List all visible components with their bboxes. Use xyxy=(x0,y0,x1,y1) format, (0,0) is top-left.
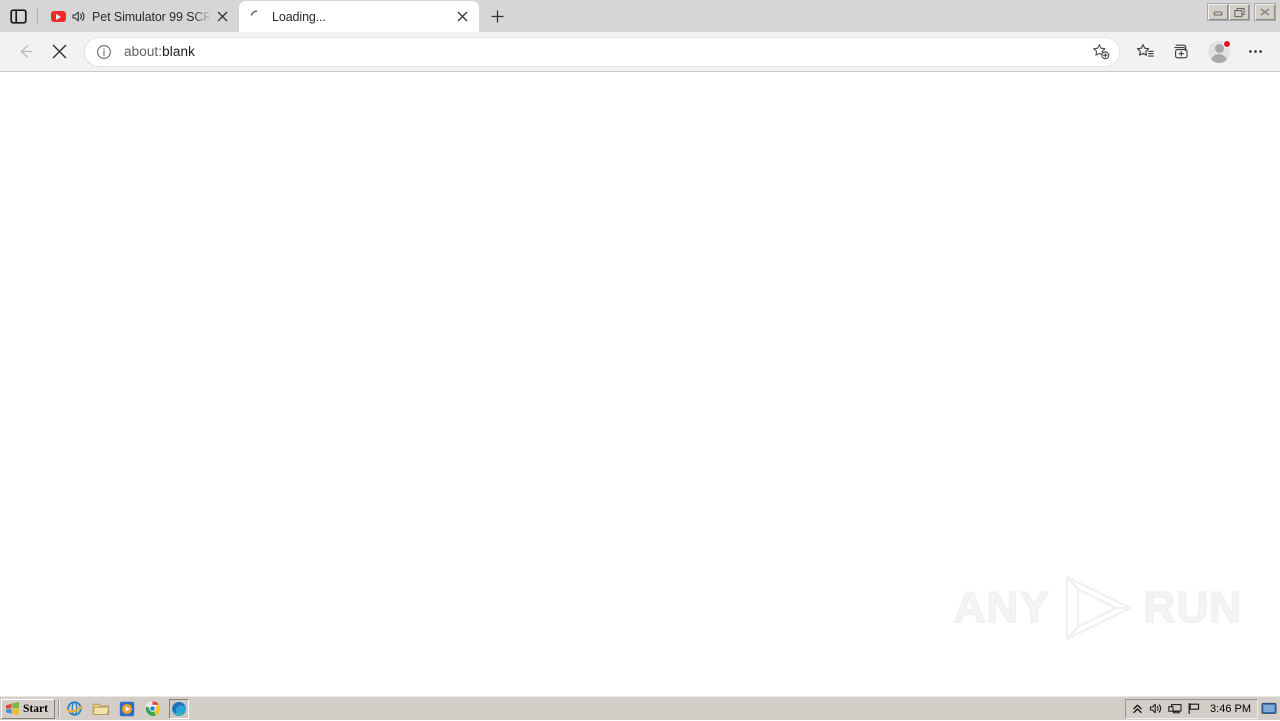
settings-and-more-icon[interactable] xyxy=(1238,35,1272,69)
anyrun-watermark: ANY RUN xyxy=(954,572,1242,644)
tab-actions-icon[interactable] xyxy=(0,0,36,32)
google-chrome-icon[interactable] xyxy=(143,699,163,719)
quick-launch-separator xyxy=(58,700,60,718)
youtube-icon xyxy=(50,9,66,25)
favorites-icon[interactable] xyxy=(1128,35,1162,69)
stop-loading-button[interactable] xyxy=(42,35,76,69)
tab-close-icon[interactable] xyxy=(211,6,233,28)
display-icon[interactable] xyxy=(1260,701,1278,717)
page-content-area: ANY RUN xyxy=(0,72,1280,696)
browser-tab-2[interactable]: Loading... xyxy=(239,1,479,32)
tab-title: Pet Simulator 99 SCRIPT | D xyxy=(92,10,211,24)
clock[interactable]: 3:46 PM xyxy=(1210,703,1251,715)
internet-explorer-icon[interactable] xyxy=(65,699,85,719)
window-controls xyxy=(1208,3,1276,21)
browser-toolbar: about:blank xyxy=(0,32,1280,72)
anyrun-logo-icon xyxy=(1054,572,1140,644)
show-hidden-icons-icon[interactable] xyxy=(1130,702,1144,716)
speaker-playing-icon[interactable] xyxy=(71,9,87,25)
tab-strip: Pet Simulator 99 SCRIPT | D Loading... xyxy=(0,0,1280,32)
minimize-button[interactable] xyxy=(1207,3,1229,21)
collections-icon[interactable] xyxy=(1164,35,1198,69)
address-bar[interactable]: about:blank xyxy=(84,37,1120,67)
tab-title: Loading... xyxy=(272,10,451,24)
url-path: blank xyxy=(162,44,195,59)
quick-launch-bar xyxy=(63,699,189,719)
back-button[interactable] xyxy=(8,35,42,69)
profile-button[interactable] xyxy=(1202,35,1236,69)
start-button-label: Start xyxy=(23,703,48,715)
tabstrip-divider xyxy=(37,7,38,25)
browser-tab-1[interactable]: Pet Simulator 99 SCRIPT | D xyxy=(40,1,239,32)
watermark-text-run: RUN xyxy=(1144,583,1242,633)
volume-icon[interactable] xyxy=(1149,702,1163,716)
network-icon[interactable] xyxy=(1168,702,1182,716)
loading-spinner-icon xyxy=(249,10,263,24)
media-player-icon[interactable] xyxy=(117,699,137,719)
security-flag-icon[interactable] xyxy=(1187,702,1201,716)
watermark-text-any: ANY xyxy=(954,583,1050,633)
taskbar: Start xyxy=(0,696,1280,720)
address-bar-text[interactable]: about:blank xyxy=(117,44,1087,59)
windows-flag-icon xyxy=(5,702,20,716)
start-button[interactable]: Start xyxy=(1,699,55,719)
url-scheme: about: xyxy=(124,44,162,59)
add-favorite-icon[interactable] xyxy=(1087,38,1115,66)
notification-dot xyxy=(1223,40,1231,48)
browser-window: Pet Simulator 99 SCRIPT | D Loading... xyxy=(0,0,1280,696)
close-button[interactable] xyxy=(1254,3,1276,21)
restore-button[interactable] xyxy=(1228,3,1250,21)
site-info-icon[interactable] xyxy=(91,39,117,65)
tab-close-icon[interactable] xyxy=(451,6,473,28)
system-tray: 3:46 PM xyxy=(1125,699,1258,719)
file-explorer-icon[interactable] xyxy=(91,699,111,719)
microsoft-edge-icon[interactable] xyxy=(169,699,189,719)
new-tab-button[interactable] xyxy=(482,1,512,31)
